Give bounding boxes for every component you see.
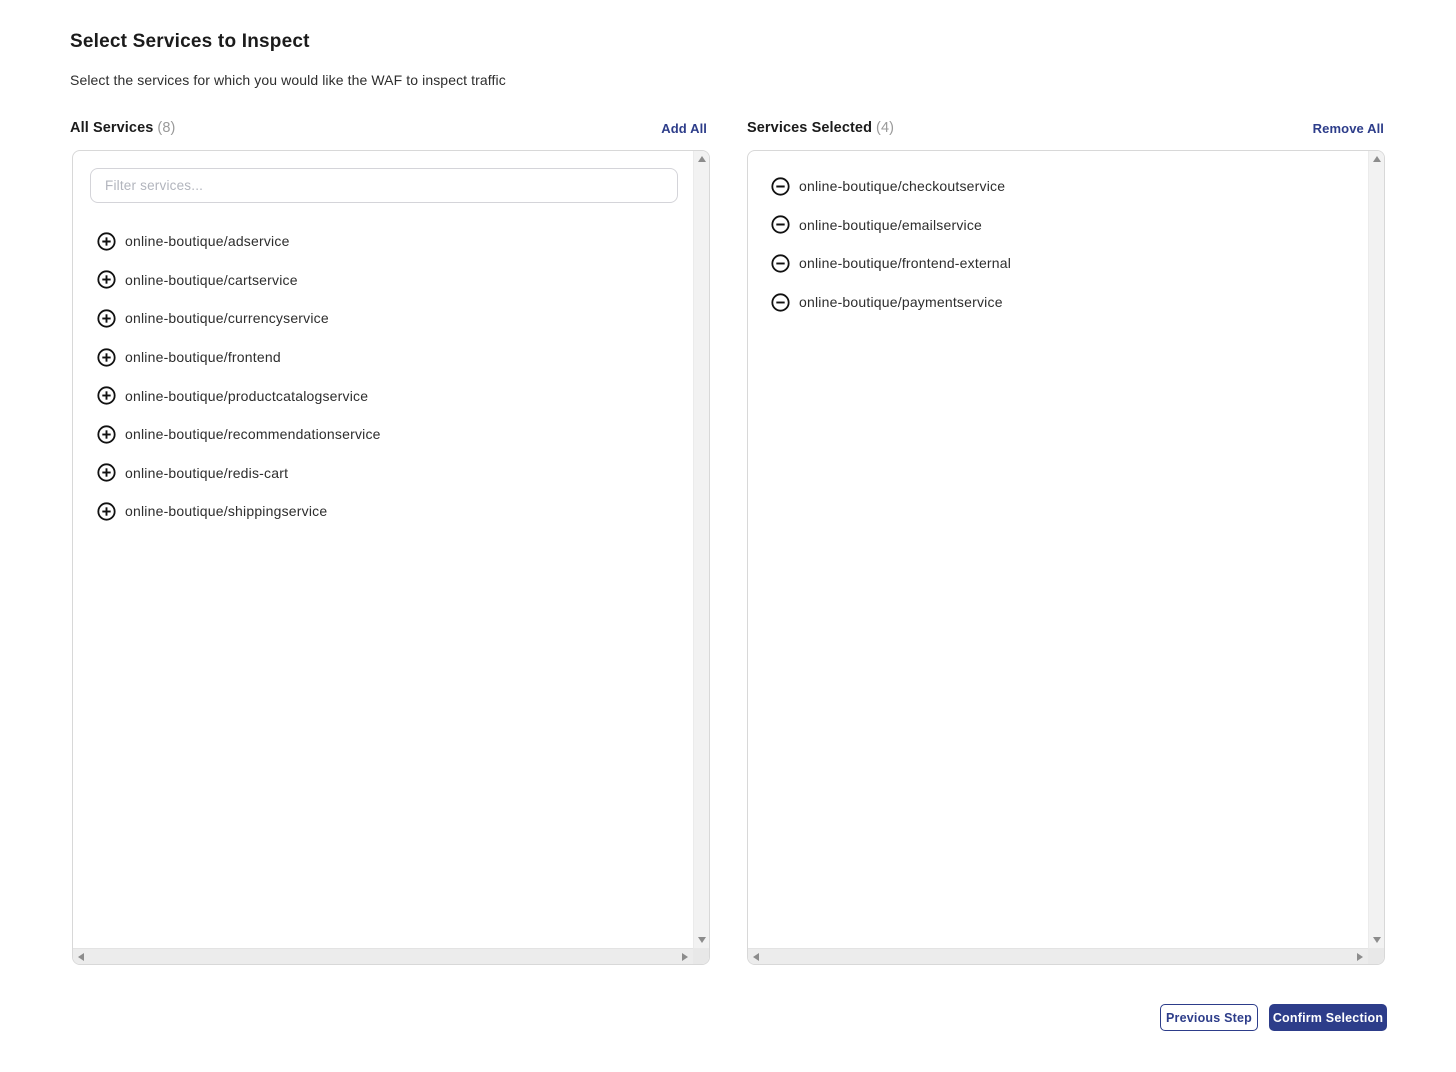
horizontal-scrollbar[interactable]: [748, 948, 1368, 964]
remove-service-minus-icon[interactable]: [771, 215, 790, 234]
select-services-page: Select Services to Inspect Select the se…: [0, 0, 1456, 1072]
add-service-plus-icon[interactable]: [97, 463, 116, 482]
add-all-link[interactable]: Add All: [661, 121, 707, 136]
scrollbar-up-arrow-icon[interactable]: [698, 156, 706, 162]
service-name: online-boutique/cartservice: [125, 272, 298, 288]
scrollbar-up-arrow-icon[interactable]: [1373, 156, 1381, 162]
services-selected-label: Services Selected: [747, 120, 872, 136]
service-row[interactable]: online-boutique/redis-cart: [73, 454, 693, 493]
all-services-header: All Services(8): [70, 120, 175, 136]
service-name: online-boutique/adservice: [125, 233, 290, 249]
service-name: online-boutique/emailservice: [799, 217, 982, 233]
scrollbar-corner: [693, 948, 709, 964]
all-services-label: All Services: [70, 120, 153, 136]
remove-all-link[interactable]: Remove All: [1313, 121, 1384, 136]
add-service-plus-icon[interactable]: [97, 425, 116, 444]
vertical-scrollbar[interactable]: [693, 151, 709, 948]
service-row[interactable]: online-boutique/currencyservice: [73, 299, 693, 338]
service-name: online-boutique/productcatalogservice: [125, 388, 368, 404]
add-service-plus-icon[interactable]: [97, 309, 116, 328]
selected-services-panel-content: online-boutique/checkoutservice online-b…: [748, 151, 1368, 948]
remove-service-minus-icon[interactable]: [771, 254, 790, 273]
add-service-plus-icon[interactable]: [97, 502, 116, 521]
scrollbar-right-arrow-icon[interactable]: [1357, 953, 1363, 961]
add-service-plus-icon[interactable]: [97, 348, 116, 367]
service-row[interactable]: online-boutique/cartservice: [73, 261, 693, 300]
services-selected-header: Services Selected(4): [747, 120, 894, 136]
previous-step-button[interactable]: Previous Step: [1160, 1004, 1258, 1031]
service-name: online-boutique/recommendationservice: [125, 426, 381, 442]
service-row[interactable]: online-boutique/productcatalogservice: [73, 376, 693, 415]
scrollbar-left-arrow-icon[interactable]: [753, 953, 759, 961]
services-selected-count: (4): [876, 120, 894, 136]
remove-service-minus-icon[interactable]: [771, 293, 790, 312]
service-name: online-boutique/currencyservice: [125, 310, 329, 326]
service-row[interactable]: online-boutique/recommendationservice: [73, 415, 693, 454]
filter-services-input[interactable]: [90, 168, 678, 203]
selected-services-list: online-boutique/checkoutservice online-b…: [748, 167, 1368, 321]
scrollbar-right-arrow-icon[interactable]: [682, 953, 688, 961]
service-name: online-boutique/paymentservice: [799, 294, 1003, 310]
confirm-selection-button[interactable]: Confirm Selection: [1269, 1004, 1387, 1031]
all-services-count: (8): [157, 120, 175, 136]
horizontal-scrollbar[interactable]: [73, 948, 693, 964]
remove-service-minus-icon[interactable]: [771, 177, 790, 196]
scrollbar-down-arrow-icon[interactable]: [1373, 937, 1381, 943]
page-title: Select Services to Inspect: [70, 31, 310, 53]
service-row[interactable]: online-boutique/frontend-external: [748, 244, 1368, 283]
service-name: online-boutique/checkoutservice: [799, 178, 1005, 194]
service-name: online-boutique/redis-cart: [125, 465, 288, 481]
add-service-plus-icon[interactable]: [97, 386, 116, 405]
all-services-panel: online-boutique/adservice online-boutiqu…: [72, 150, 710, 965]
service-row[interactable]: online-boutique/adservice: [73, 222, 693, 261]
scrollbar-corner: [1368, 948, 1384, 964]
service-row[interactable]: online-boutique/shippingservice: [73, 492, 693, 531]
all-services-list: online-boutique/adservice online-boutiqu…: [73, 222, 693, 531]
service-name: online-boutique/frontend: [125, 349, 281, 365]
service-row[interactable]: online-boutique/frontend: [73, 338, 693, 377]
page-subtitle: Select the services for which you would …: [70, 72, 506, 88]
vertical-scrollbar[interactable]: [1368, 151, 1384, 948]
service-row[interactable]: online-boutique/checkoutservice: [748, 167, 1368, 206]
service-name: online-boutique/frontend-external: [799, 255, 1011, 271]
service-row[interactable]: online-boutique/paymentservice: [748, 283, 1368, 322]
add-service-plus-icon[interactable]: [97, 270, 116, 289]
all-services-panel-content: online-boutique/adservice online-boutiqu…: [73, 151, 693, 948]
service-name: online-boutique/shippingservice: [125, 503, 327, 519]
selected-services-panel: online-boutique/checkoutservice online-b…: [747, 150, 1385, 965]
service-row[interactable]: online-boutique/emailservice: [748, 206, 1368, 245]
scrollbar-left-arrow-icon[interactable]: [78, 953, 84, 961]
add-service-plus-icon[interactable]: [97, 232, 116, 251]
scrollbar-down-arrow-icon[interactable]: [698, 937, 706, 943]
